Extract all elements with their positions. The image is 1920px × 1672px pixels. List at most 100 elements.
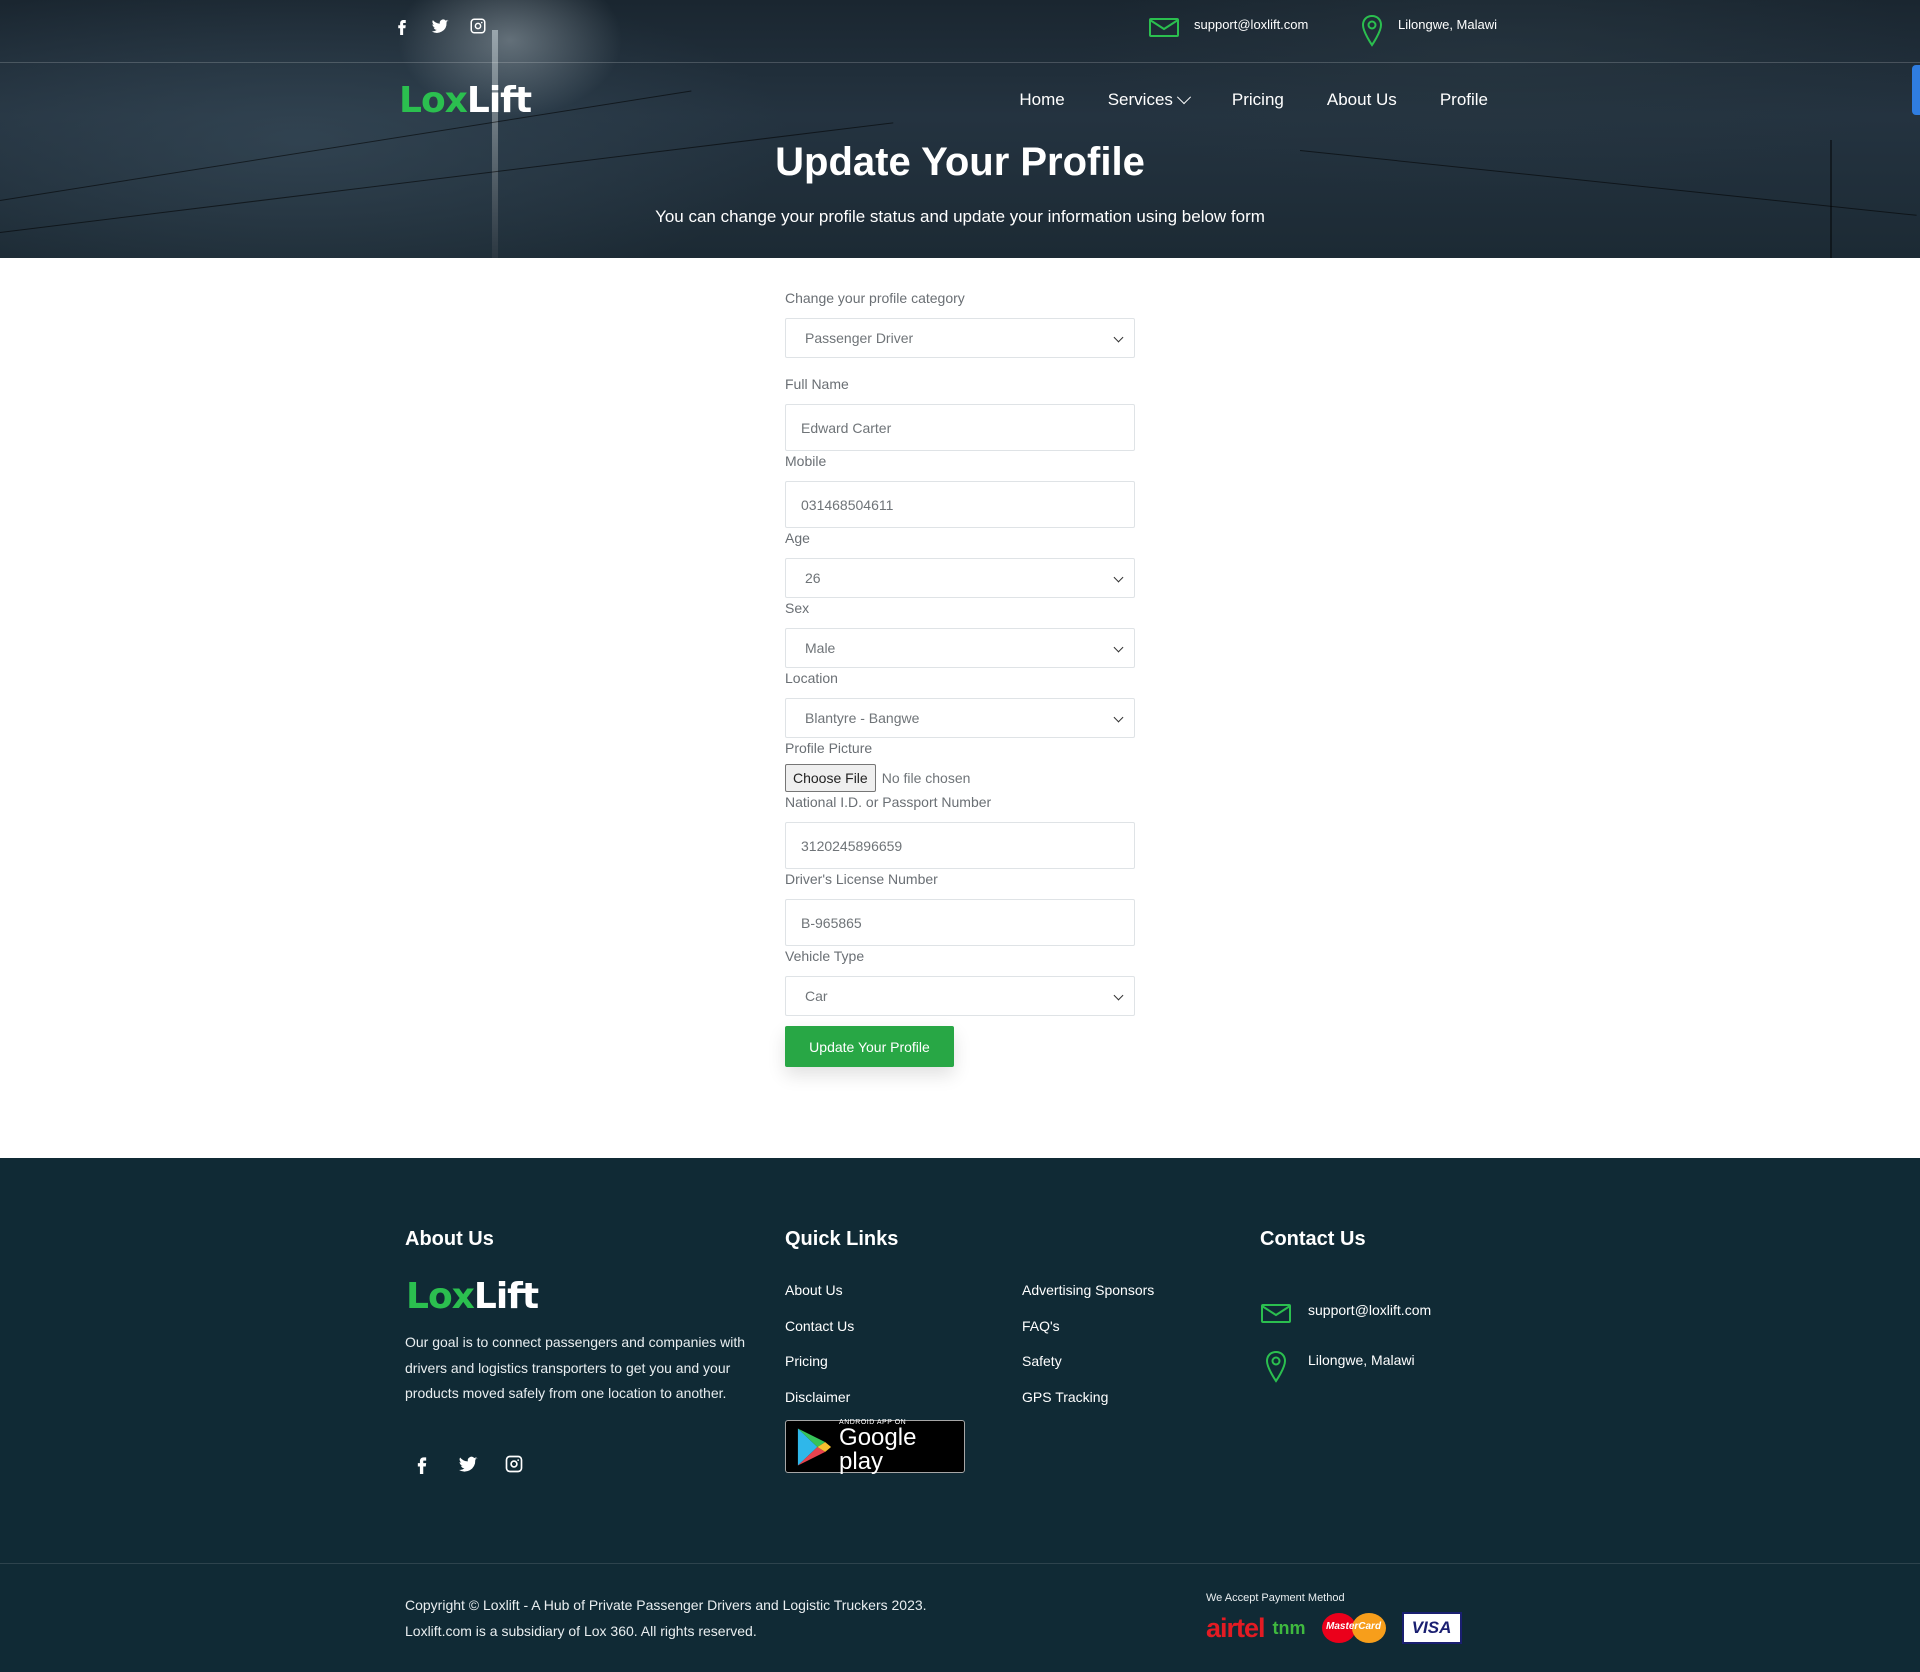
national-id-label: National I.D. or Passport Number [785,794,992,810]
nav-home-label: Home [1019,90,1065,109]
google-play-icon [797,1427,832,1466]
twitter-icon[interactable] [458,1454,478,1474]
footer-logo-part-2: Lift [473,1276,539,1317]
map-pin-icon [1361,14,1383,47]
nav-profile-label: Profile [1439,90,1488,109]
license-input[interactable]: B-965865 [785,899,1135,946]
google-play-badge[interactable]: ANDROID APP ON Google play [785,1419,965,1475]
mobile-label: Mobile [785,453,827,469]
category-value: Passenger Driver [805,330,914,346]
profile-form: Change your profile category Passenger D… [785,290,1135,1067]
twitter-icon[interactable] [430,16,450,36]
header-location: Lilongwe, Malawi [1360,14,1497,48]
footer-about-text: Our goal is to connect passengers and co… [405,1334,746,1401]
mobile-input[interactable]: 031468504611 [785,481,1135,528]
quick-links-col-2: Advertising Sponsors FAQ's Safety GPS Tr… [1022,1282,1154,1424]
site-logo[interactable]: Lox Lift [399,80,532,121]
envelope-icon [1149,18,1179,37]
footer-link-about[interactable]: About Us [785,1282,854,1318]
nav-about-us[interactable]: About Us [1327,90,1397,110]
choose-file-button[interactable]: Choose File [785,764,876,792]
nav-services[interactable]: Services [1107,90,1191,110]
instagram-icon[interactable] [468,16,488,36]
side-feedback-tab[interactable] [1912,65,1920,115]
page-title: Update Your Profile [775,140,1145,184]
nav-profile[interactable]: Profile [1440,90,1488,110]
footer-link-faqs[interactable]: FAQ's [1022,1318,1154,1354]
footer-location: Lilongwe, Malawi [1260,1350,1415,1384]
copyright-line-1: Copyright © Loxlift - A Hub of Private P… [405,1597,927,1613]
page-subtitle: You can change your profile status and u… [655,207,1265,226]
airtel-logo: airtel [1206,1612,1266,1643]
fullname-value: Edward Carter [801,419,892,436]
sex-select[interactable]: Male [785,628,1135,668]
license-label: Driver's License Number [785,871,938,887]
facebook-icon[interactable] [412,1454,432,1474]
picture-label: Profile Picture [785,740,873,756]
nav-pricing[interactable]: Pricing [1232,90,1284,110]
header-email-text: support@loxlift.com [1194,17,1309,32]
location-select[interactable]: Blantyre - Bangwe [785,698,1135,738]
envelope-icon [1261,1304,1291,1323]
location-label: Location [785,670,838,686]
vehicle-value: Car [805,988,828,1004]
logo-part-2: Lift [466,80,532,121]
footer-logo-part-1: Lox [406,1276,475,1317]
footer-social-links [412,1454,524,1474]
topbar-divider [0,62,1920,63]
fullname-input[interactable]: Edward Carter [785,404,1135,451]
facebook-icon[interactable] [392,16,412,36]
fullname-label: Full Name [785,376,849,392]
file-status: No file chosen [881,770,971,786]
map-pin-icon [1265,1350,1287,1383]
visa-logo: VISA [1401,1612,1462,1644]
nav-home[interactable]: Home [1019,90,1064,110]
footer-logo[interactable]: Lox Lift [406,1276,539,1317]
license-value: B-965865 [801,914,862,931]
footer-email-text: support@loxlift.com [1308,1302,1432,1318]
payment-title: We Accept Payment Method [1206,1592,1345,1604]
vehicle-select[interactable]: Car [785,976,1135,1016]
footer-link-contact[interactable]: Contact Us [785,1318,854,1354]
sex-label: Sex [785,600,810,616]
mobile-value: 031468504611 [801,496,894,513]
category-select[interactable]: Passenger Driver [785,318,1135,358]
profile-picture-input: Choose File No file chosen [785,764,1135,792]
mastercard-logo: MasterCard [1314,1613,1394,1643]
sex-value: Male [805,640,836,656]
copyright-line-2: Loxlift.com is a subsidiary of Lox 360. … [405,1623,757,1639]
age-label: Age [785,530,810,546]
footer-about-title: About Us [405,1228,494,1250]
footer-link-safety[interactable]: Safety [1022,1353,1154,1389]
footer-email[interactable]: support@loxlift.com [1260,1300,1431,1324]
national-id-value: 3120245896659 [801,837,903,854]
update-profile-button[interactable]: Update Your Profile [785,1026,954,1067]
mastercard-text: MasterCard [1326,1621,1382,1632]
copyright: Copyright © Loxlift - A Hub of Private P… [405,1592,927,1644]
nav-pricing-label: Pricing [1231,90,1284,109]
chevron-down-icon [1176,90,1191,105]
footer-link-pricing[interactable]: Pricing [785,1353,854,1389]
logo-part-1: Lox [399,80,468,121]
footer-divider [0,1563,1920,1564]
footer-location-text: Lilongwe, Malawi [1308,1352,1415,1368]
footer-link-gps[interactable]: GPS Tracking [1022,1389,1154,1425]
instagram-icon[interactable] [504,1454,524,1474]
header-social-links [392,16,488,36]
nav-services-label: Services [1107,90,1173,109]
site-footer: About Us Lox Lift Our goal is to connect… [0,1158,1920,1672]
category-label: Change your profile category [785,290,965,306]
footer-quick-links-title: Quick Links [785,1228,899,1250]
nav-about-label: About Us [1326,90,1397,109]
vehicle-label: Vehicle Type [785,948,865,964]
national-id-input[interactable]: 3120245896659 [785,822,1135,869]
payment-methods: airtel tnm MasterCard VISA [1206,1612,1462,1644]
header-email[interactable]: support@loxlift.com [1148,14,1308,38]
quick-links-col-1: About Us Contact Us Pricing Disclaimer [785,1282,854,1424]
header-location-text: Lilongwe, Malawi [1398,17,1497,32]
footer-link-advertising[interactable]: Advertising Sponsors [1022,1282,1154,1318]
age-select[interactable]: 26 [785,558,1135,598]
main-nav: Home Services Pricing About Us Profile [1019,90,1488,110]
google-play-big-text: Google play [839,1424,917,1475]
footer-contact-title: Contact Us [1260,1228,1366,1250]
